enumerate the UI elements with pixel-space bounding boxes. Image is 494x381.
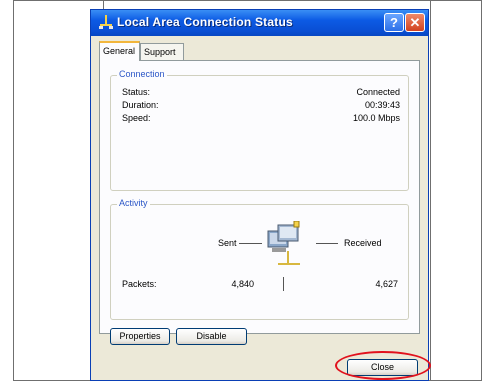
activity-legend: Activity <box>117 198 150 208</box>
network-computers-icon <box>264 220 310 271</box>
status-value: Connected <box>356 87 400 97</box>
window-close-button[interactable]: ✕ <box>405 13 425 32</box>
properties-button[interactable]: Properties <box>110 328 170 345</box>
received-line <box>316 243 338 244</box>
received-label: Received <box>344 238 382 248</box>
connection-status-dialog: Local Area Connection Status ? ✕ General… <box>90 9 429 381</box>
status-label: Status: <box>122 87 151 97</box>
frame-divider-right <box>430 0 431 381</box>
packets-sent-value: 4,840 <box>231 279 254 289</box>
duration-value: 00:39:43 <box>364 100 400 110</box>
window-title: Local Area Connection Status <box>117 15 293 29</box>
title-bar[interactable]: Local Area Connection Status ? ✕ <box>91 10 428 36</box>
duration-label: Duration: <box>122 100 159 110</box>
sent-line <box>239 243 262 244</box>
tab-general[interactable]: General <box>99 41 140 61</box>
connection-legend: Connection <box>117 69 167 79</box>
connection-group: Connection Status: Connected Duration: 0… <box>110 69 409 191</box>
disable-button[interactable]: Disable <box>176 328 247 345</box>
packets-divider <box>283 277 284 291</box>
packets-received-value: 4,627 <box>375 279 398 289</box>
speed-value: 100.0 Mbps <box>352 113 400 123</box>
tab-support[interactable]: Support <box>140 43 184 60</box>
sent-label: Sent <box>218 238 237 248</box>
close-highlight-oval <box>335 351 431 380</box>
packets-label: Packets: <box>122 279 157 289</box>
network-connection-icon <box>98 14 114 30</box>
speed-label: Speed: <box>122 113 151 123</box>
help-button[interactable]: ? <box>384 13 404 32</box>
activity-group: Activity Sent Received Packets: 4,840 4,… <box>110 198 409 320</box>
general-tab-panel: Connection Status: Connected Duration: 0… <box>99 60 420 345</box>
